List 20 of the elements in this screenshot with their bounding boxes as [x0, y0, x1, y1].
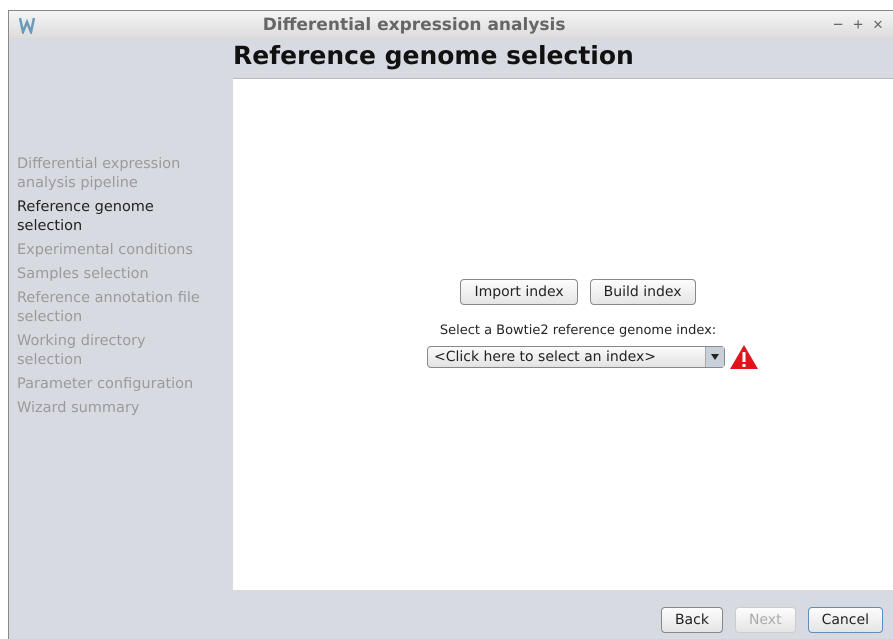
app-logo-icon	[19, 16, 35, 34]
footer-button[interactable]: Back	[660, 607, 723, 633]
wizard-step: Reference annotation file selection	[17, 288, 205, 326]
window-control-button[interactable]: −	[833, 14, 844, 34]
window-control-button[interactable]: ×	[873, 14, 883, 34]
footer-button[interactable]: Cancel	[808, 607, 883, 633]
action-button[interactable]: Import index	[460, 279, 578, 305]
page-heading: Reference genome selection	[233, 41, 635, 70]
index-label: Select a Bowtie2 reference genome index:	[440, 323, 716, 338]
index-dropdown[interactable]: <Click here to select an index>	[427, 346, 725, 368]
window-control-button[interactable]: +	[853, 14, 864, 34]
wizard-step: Samples selection	[17, 264, 205, 284]
wizard-step: Parameter configuration	[17, 374, 205, 394]
wizard-step: Experimental conditions	[17, 240, 205, 260]
wizard-step: Reference genome selection	[17, 198, 205, 236]
action-button[interactable]: Build index	[590, 279, 696, 305]
wizard-step: Working directory selection	[17, 332, 205, 370]
window-title: Differential expression analysis	[262, 14, 566, 34]
wizard-step: Wizard summary	[17, 398, 205, 418]
wizard-step: Differential expression analysis pipeline	[17, 154, 205, 192]
